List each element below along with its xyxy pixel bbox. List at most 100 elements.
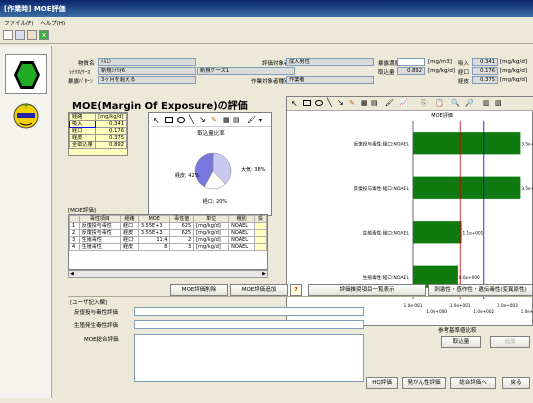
back-button[interactable]: 戻る [502,377,530,389]
grid-header: 投 [254,215,267,223]
table-icon[interactable]: ▤ [371,99,378,107]
new-icon[interactable] [3,30,13,40]
checkbox-cell[interactable] [254,243,267,251]
zoom-in-icon[interactable]: 🔍 [451,99,460,107]
moe-grid: 毒性項目 経路 MOE 毒性値 単位 種別 投 1 反復投与毒性 経口 3.55E+3… [69,215,267,251]
substance-field: ﾄﾙｴﾝ [98,58,196,66]
layout2-icon[interactable]: ▧ [495,99,502,107]
row-index: 2 [69,229,80,237]
moe-add-button[interactable]: MOE評価追加 [230,284,288,296]
exp-row-route[interactable]: 経口 [68,127,97,135]
hq-eval-button[interactable]: HQ評価 [366,377,398,389]
cell: 8 [137,243,171,251]
moe-overall-textarea[interactable] [134,334,364,382]
table-row[interactable]: 4 生殖毒性 経皮 8 3 [mg/kg/d] NOAEL [69,243,267,251]
intake-field: 0.892 [397,67,425,75]
pie-label: 経口: 20% [203,198,228,205]
toxicity-note-button[interactable]: 刺激性・感作性・遺伝毒性(変異原性) [428,284,533,296]
chart-icon[interactable]: 📈 [399,99,408,107]
cell: 反復投与毒性 [78,229,122,237]
bar-category-label: 反復投与毒性:経口:NOAEL [354,185,410,192]
grid-header [69,215,80,223]
exit-icon[interactable]: x [39,30,49,40]
user-entry-label: [ユーザ記入欄] [70,300,108,306]
overall-eval-button[interactable]: 総合評価へ [450,377,496,389]
table-row[interactable]: 2 反復投与毒性 経皮 3.55E+3 625 [mg/kg/d] NOAEL [69,229,267,237]
worker-type-field: 作業者 [286,76,374,84]
arrow-icon[interactable]: ↘ [337,98,344,107]
pattern-label: 暴露ﾊﾟﾀｰﾝ [68,79,93,85]
worker-nav-button[interactable]: + [5,96,47,136]
grid-icon[interactable]: ▦ [361,99,368,107]
zoom-out-icon[interactable]: 🔎 [465,99,474,107]
exp-row-route[interactable]: 全取込量 [68,141,97,149]
cell: 生殖毒性 [78,236,122,244]
print-icon[interactable] [27,30,37,40]
moe-delete-button[interactable]: MOE評価削除 [170,284,228,296]
intake-button[interactable]: 取込量 [441,336,481,348]
grid-header: 毒性項目 [78,215,122,223]
menu-file[interactable]: ファイル(F) [4,21,33,27]
carcinogen-eval-button[interactable]: 発がん性評価 [402,377,446,389]
table-row[interactable]: 3 生殖毒性 経口 11.4 2 [mg/kg/d] NOAEL [69,236,267,244]
copy-icon[interactable]: ⎘ [421,99,427,108]
bar-value-label: 1.1e+001 [463,230,484,235]
repeat-eval-label: 反復投与毒性評価 [74,310,119,316]
table-row[interactable]: 1 反復投与毒性 経口 3.55E+3 625 [mg/kg/d] NOAEL [69,222,267,230]
ellipse-icon[interactable] [315,100,323,106]
left-pane: + [0,46,52,398]
substance-nav-button[interactable] [5,54,47,94]
cell: NOAEL [228,236,256,244]
oral-unit: [mg/kg/d] [500,68,528,74]
pointer-icon[interactable]: ↖ [291,99,298,108]
grid-header: 種別 [228,215,256,223]
exp-row-value: 0.176 [95,127,127,135]
moe-bar [413,221,462,244]
cell: 経皮 [120,243,139,251]
dermal-label: 経皮 [458,79,470,85]
worker-type-label: 作業対象者種別 [251,79,290,85]
line-icon[interactable]: ╲ [327,98,332,107]
help-button[interactable]: ? [290,284,302,296]
scroll-right-icon[interactable]: ▶ [262,271,266,277]
draw-icon[interactable]: ✎ [349,99,355,107]
inhal-unit: [mg/kg/d] [500,59,528,65]
cell: 625 [169,229,195,237]
add-small-button[interactable]: 追加 [490,336,530,348]
moe-grid-panel: 毒性項目 経路 MOE 毒性値 単位 種別 投 1 反復投与毒性 経口 3.55E+3… [68,214,268,270]
intake-label: 取込量 [378,70,395,76]
copy-icon[interactable] [15,30,25,40]
exp-row-route[interactable]: 経皮 [68,134,97,142]
eval-item-list-button[interactable]: 評価推奨項目一覧表示 [308,284,426,296]
window-title: [作業時] MOE評価 [0,0,533,17]
cell: 生殖毒性 [78,243,122,251]
menu-help[interactable]: ヘルプ(H) [40,21,65,27]
grid-header: 毒性値 [169,215,195,223]
paint-icon[interactable]: 🖌 [385,99,394,107]
checkbox-cell[interactable] [254,236,267,244]
evaluator-field: 成人男性 [286,58,374,66]
exp-row-route[interactable]: 吸入 [68,120,97,128]
substance-label: 物質名 [78,61,95,67]
exp-header-unit: [mg/kg/d] [95,113,127,121]
scroll-left-icon[interactable]: ◀ [70,271,74,277]
exposure-table: 経路 [mg/kg/d] 吸入 0.341 経口 0.176 経皮 0.375 全取込量… [68,113,127,149]
pie-label: 大気: 38% [241,166,266,173]
repro-eval-label: 生殖発生毒性評価 [74,323,119,329]
layout-icon[interactable]: ▥ [483,99,490,107]
moe-bar [413,176,521,199]
exp-row-value: 0.375 [95,134,127,142]
rect-icon[interactable] [303,100,311,106]
paste-icon[interactable]: 📋 [435,99,444,107]
chart-toolbar: ↖ ╲ ↘ ✎ ▦ ▤ 🖌 📈 ⎘ 📋 🔍 🔎 ▥ ▧ [287,97,533,111]
chart-title: MOE評価 [431,112,452,119]
row-index: 1 [69,222,80,230]
checkbox-cell[interactable] [254,222,267,230]
cell: 経口 [120,222,139,230]
repeat-eval-input[interactable] [134,307,364,316]
cell: 11.4 [137,236,171,244]
checkbox-cell[interactable] [254,229,267,237]
grid-scrollbar[interactable]: ◀ ▶ [68,270,268,278]
repro-eval-input[interactable] [134,320,364,329]
cell: 経口 [120,236,139,244]
